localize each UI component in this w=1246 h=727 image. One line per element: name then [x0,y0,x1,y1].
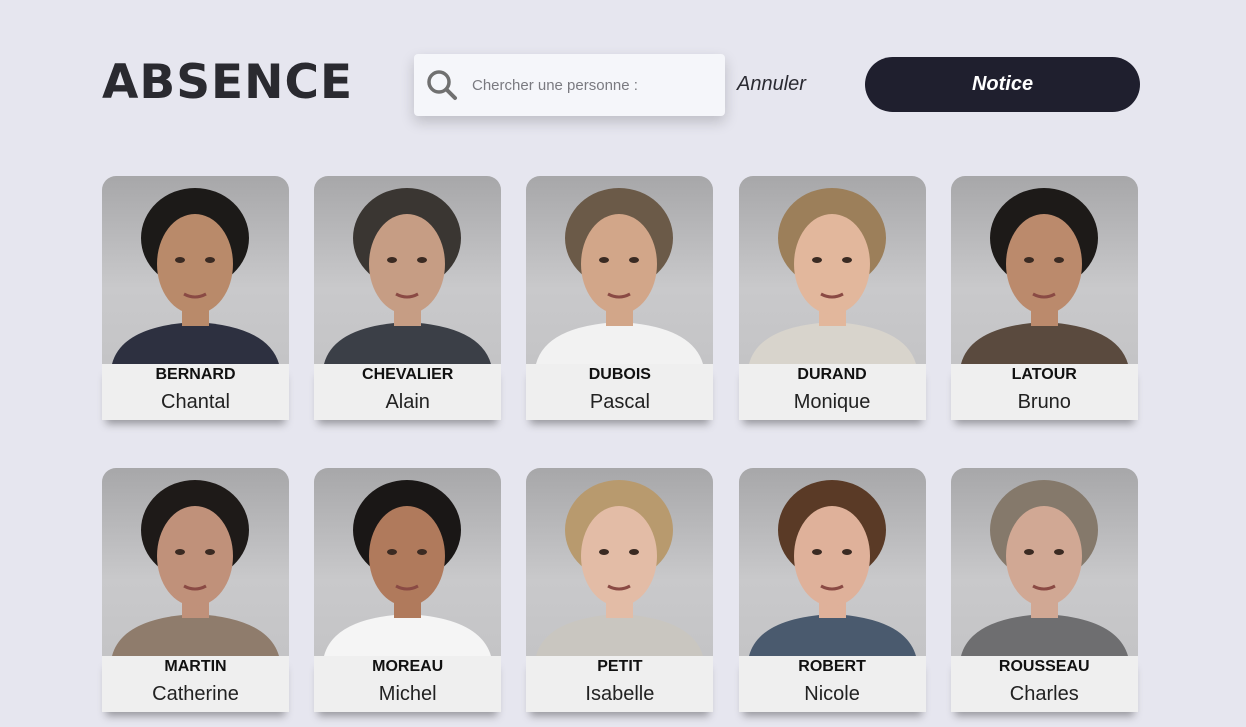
name-plate: BERNARD Chantal [102,364,289,420]
person-last-name: MARTIN [164,658,227,675]
portrait-icon [324,480,492,656]
name-plate: ROUSSEAU Charles [950,656,1138,712]
portrait-icon [536,188,704,364]
portrait-photo [526,468,714,656]
name-plate: PETIT Isabelle [526,656,714,712]
person-first-name: Alain [385,391,430,413]
person-card[interactable]: LATOUR Bruno [950,176,1138,420]
search-input[interactable] [470,75,704,95]
cancel-link[interactable]: Annuler [737,73,806,96]
person-first-name: Nicole [804,683,860,705]
portrait-photo [314,176,502,364]
portrait-photo [526,176,714,364]
portrait-icon [112,480,279,656]
person-first-name: Bruno [1017,391,1071,413]
person-card[interactable]: MARTIN Catherine [102,468,289,712]
person-first-name: Catherine [152,683,239,705]
name-plate: LATOUR Bruno [950,364,1138,420]
person-last-name: BERNARD [155,366,236,383]
portrait-icon [748,480,916,656]
portrait-icon [536,480,704,656]
portrait-icon [112,188,279,364]
person-card[interactable]: CHEVALIER Alain [314,176,502,420]
person-first-name: Pascal [589,391,650,413]
name-plate: ROBERT Nicole [738,656,926,712]
people-grid: BERNARD Chantal CHEVALIER Alain DUBOIS Pascal… [102,176,1142,712]
person-card[interactable]: PETIT Isabelle [526,468,714,712]
person-last-name: ROUSSEAU [998,658,1090,675]
portrait-photo [738,468,926,656]
portrait-photo [102,468,289,656]
person-card[interactable]: ROBERT Nicole [738,468,926,712]
person-first-name: Isabelle [585,683,655,705]
person-last-name: LATOUR [1011,366,1077,383]
person-first-name: Chantal [161,391,230,413]
name-plate: CHEVALIER Alain [314,364,502,420]
portrait-icon [960,480,1128,656]
name-plate: DUBOIS Pascal [526,364,714,420]
portrait-photo [950,176,1138,364]
portrait-icon [324,188,492,364]
absence-page: ABSENCE Annuler Notice BERNARD Chantal CHE… [0,0,1246,727]
person-card[interactable]: BERNARD Chantal [102,176,289,420]
person-card[interactable]: ROUSSEAU Charles [950,468,1138,712]
person-card[interactable]: DURAND Monique [738,176,926,420]
person-first-name: Michel [378,683,437,705]
app-logo: ABSENCE [102,55,354,110]
search-icon[interactable] [424,67,460,103]
person-last-name: PETIT [597,658,643,675]
person-card[interactable]: MOREAU Michel [314,468,502,712]
portrait-photo [314,468,502,656]
person-card[interactable]: DUBOIS Pascal [526,176,714,420]
person-last-name: MOREAU [372,658,444,675]
person-last-name: DUBOIS [588,366,651,383]
portrait-photo [738,176,926,364]
person-last-name: CHEVALIER [362,366,454,383]
person-last-name: ROBERT [798,658,866,675]
person-first-name: Charles [1009,683,1079,705]
name-plate: MARTIN Catherine [102,656,289,712]
name-plate: MOREAU Michel [314,656,502,712]
portrait-icon [960,188,1128,364]
portrait-photo [102,176,289,364]
portrait-icon [748,188,916,364]
search-box[interactable] [414,54,725,116]
name-plate: DURAND Monique [738,364,926,420]
person-last-name: DURAND [797,366,867,383]
person-first-name: Monique [793,391,871,413]
notice-button[interactable]: Notice [865,57,1140,112]
portrait-photo [950,468,1138,656]
